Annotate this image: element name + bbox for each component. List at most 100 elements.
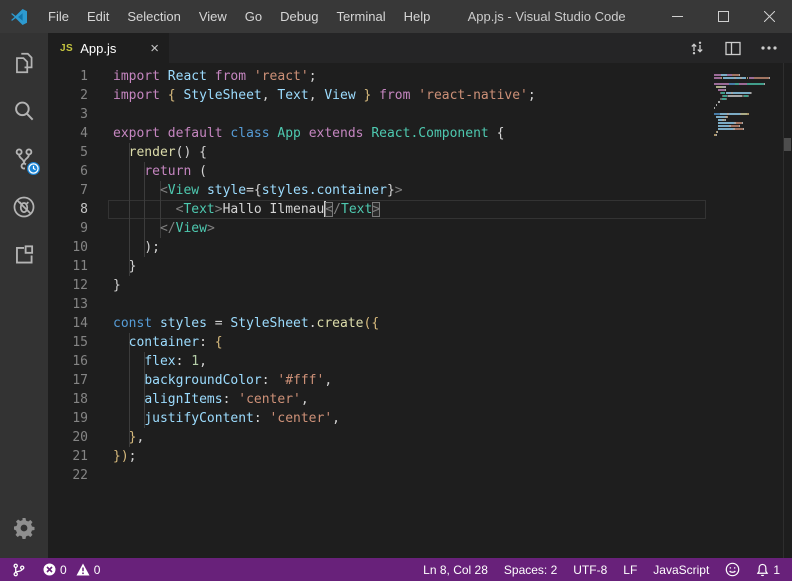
minimize-button[interactable] <box>654 0 700 33</box>
menu-view[interactable]: View <box>190 0 236 33</box>
menu-help[interactable]: Help <box>395 0 440 33</box>
code-line-21[interactable]: 21}); <box>48 447 792 466</box>
menu-file[interactable]: File <box>39 0 78 33</box>
code-line-3[interactable]: 3 <box>48 105 792 124</box>
line-number[interactable]: 13 <box>48 295 88 314</box>
code-lines: 1import React from 'react';2import { Sty… <box>48 67 792 485</box>
overview-cursor-marker <box>784 138 791 151</box>
source-control-icon[interactable] <box>0 135 48 183</box>
minimap[interactable] <box>714 67 772 133</box>
split-editor-icon[interactable] <box>725 41 741 56</box>
line-number[interactable]: 22 <box>48 466 88 485</box>
indentation-setting[interactable]: Spaces: 2 <box>504 563 557 577</box>
line-number[interactable]: 4 <box>48 124 88 143</box>
minimap-line <box>714 106 772 108</box>
line-number[interactable]: 20 <box>48 428 88 447</box>
code-line-16[interactable]: 16 flex: 1, <box>48 352 792 371</box>
git-branch-icon <box>12 563 25 577</box>
menu-selection[interactable]: Selection <box>118 0 189 33</box>
open-changes-icon[interactable] <box>689 40 705 56</box>
code-line-6[interactable]: 6 return ( <box>48 162 792 181</box>
menu-go[interactable]: Go <box>236 0 271 33</box>
vertical-scrollbar[interactable] <box>783 63 792 558</box>
minimap-line <box>714 109 772 111</box>
tab-appjs[interactable]: JS App.js × <box>48 33 169 63</box>
code-line-18[interactable]: 18 alignItems: 'center', <box>48 390 792 409</box>
activity-bar <box>0 33 48 558</box>
line-number[interactable]: 17 <box>48 371 88 390</box>
extensions-icon[interactable] <box>0 231 48 279</box>
minimap-line <box>714 130 772 132</box>
menu-edit[interactable]: Edit <box>78 0 118 33</box>
vscode-logo-icon <box>9 7 29 27</box>
code-line-5[interactable]: 5 render() { <box>48 143 792 162</box>
code-line-22[interactable]: 22 <box>48 466 792 485</box>
bell-icon <box>756 563 769 577</box>
git-branch-indicator[interactable] <box>12 563 25 577</box>
code-line-10[interactable]: 10 ); <box>48 238 792 257</box>
error-icon <box>43 563 56 576</box>
vscode-window: FileEditSelectionViewGoDebugTerminalHelp… <box>0 0 792 581</box>
code-line-7[interactable]: 7 <View style={styles.container}> <box>48 181 792 200</box>
line-number[interactable]: 21 <box>48 447 88 466</box>
line-number[interactable]: 18 <box>48 390 88 409</box>
line-number[interactable]: 7 <box>48 181 88 200</box>
code-line-12[interactable]: 12} <box>48 276 792 295</box>
warning-icon <box>76 563 90 576</box>
code-line-17[interactable]: 17 backgroundColor: '#fff', <box>48 371 792 390</box>
code-line-19[interactable]: 19 justifyContent: 'center', <box>48 409 792 428</box>
line-number[interactable]: 3 <box>48 105 88 124</box>
line-number[interactable]: 5 <box>48 143 88 162</box>
line-number[interactable]: 16 <box>48 352 88 371</box>
menu-debug[interactable]: Debug <box>271 0 327 33</box>
code-line-2[interactable]: 2import { StyleSheet, Text, View } from … <box>48 86 792 105</box>
problems-indicator[interactable]: 0 0 <box>43 563 100 577</box>
eol-setting[interactable]: LF <box>623 563 637 577</box>
tab-bar: JS App.js × <box>48 33 792 63</box>
line-number[interactable]: 11 <box>48 257 88 276</box>
language-mode[interactable]: JavaScript <box>653 563 709 577</box>
code-line-9[interactable]: 9 </View> <box>48 219 792 238</box>
code-line-11[interactable]: 11 } <box>48 257 792 276</box>
title-bar: FileEditSelectionViewGoDebugTerminalHelp… <box>0 0 792 33</box>
notification-count: 1 <box>773 563 780 577</box>
maximize-button[interactable] <box>700 0 746 33</box>
code-line-13[interactable]: 13 <box>48 295 792 314</box>
code-line-4[interactable]: 4export default class App extends React.… <box>48 124 792 143</box>
more-actions-icon[interactable] <box>761 46 777 50</box>
line-number[interactable]: 15 <box>48 333 88 352</box>
search-icon[interactable] <box>0 87 48 135</box>
line-number[interactable]: 12 <box>48 276 88 295</box>
status-bar-right: Ln 8, Col 28 Spaces: 2 UTF-8 LF JavaScri… <box>407 562 780 577</box>
line-number[interactable]: 2 <box>48 86 88 105</box>
notifications-bell[interactable]: 1 <box>756 563 780 577</box>
warning-count: 0 <box>94 563 101 577</box>
code-line-15[interactable]: 15 container: { <box>48 333 792 352</box>
encoding-setting[interactable]: UTF-8 <box>573 563 607 577</box>
line-number[interactable]: 10 <box>48 238 88 257</box>
menu-terminal[interactable]: Terminal <box>327 0 394 33</box>
feedback-smiley-icon[interactable] <box>725 562 740 577</box>
line-number[interactable]: 14 <box>48 314 88 333</box>
tab-label: App.js <box>80 41 116 56</box>
explorer-icon[interactable] <box>0 39 48 87</box>
close-button[interactable] <box>746 0 792 33</box>
scm-sync-badge <box>25 160 42 177</box>
tab-close-icon[interactable]: × <box>150 41 159 56</box>
code-line-8[interactable]: 8 <Text>Hallo Ilmenau</Text> <box>48 200 792 219</box>
menu-bar: FileEditSelectionViewGoDebugTerminalHelp <box>39 0 439 33</box>
line-number[interactable]: 8 <box>48 200 88 219</box>
cursor-position[interactable]: Ln 8, Col 28 <box>423 563 488 577</box>
settings-gear-icon[interactable] <box>0 504 48 552</box>
editor[interactable]: 1import React from 'react';2import { Sty… <box>48 63 792 558</box>
code-line-14[interactable]: 14const styles = StyleSheet.create({ <box>48 314 792 333</box>
line-number[interactable]: 1 <box>48 67 88 86</box>
line-number[interactable]: 6 <box>48 162 88 181</box>
line-number[interactable]: 9 <box>48 219 88 238</box>
debug-icon[interactable] <box>0 183 48 231</box>
code-line-20[interactable]: 20 }, <box>48 428 792 447</box>
code-line-1[interactable]: 1import React from 'react'; <box>48 67 792 86</box>
clock-icon <box>28 163 39 174</box>
minimap-line <box>714 100 772 102</box>
line-number[interactable]: 19 <box>48 409 88 428</box>
